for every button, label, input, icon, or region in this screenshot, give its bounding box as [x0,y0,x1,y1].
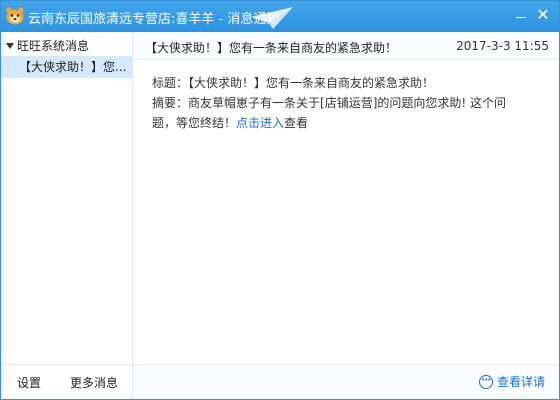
message-body: 标题：【大侠求助！】您有一条来自商友的紧急求助！ 摘要：商友草帽崽子有一条关于[… [152,73,532,133]
more-messages-button[interactable]: 更多消息 [70,374,118,391]
summary-text-continued: 题，等您终结！ [152,116,237,130]
tree-group-system-messages[interactable]: 旺旺系统消息 [1,36,132,56]
title-label: 标题： [152,76,189,90]
message-header: 【大侠求助！】您有一条来自商友的紧急求助！ 2017-3-3 11:55 [133,32,559,60]
settings-button[interactable]: 设置 [17,374,41,391]
minimize-button[interactable] [511,6,531,24]
message-panel: 【大侠求助！】您有一条来自商友的紧急求助！ 2017-3-3 11:55 标题：… [133,32,559,399]
window-title: 云南东辰国旅清远专营店:喜羊羊 - 消息通知 [28,12,280,27]
title-row: 标题：【大侠求助！】您有一条来自商友的紧急求助！ [152,73,532,93]
view-details-button[interactable]: 查看详请 [478,371,545,391]
sidebar-item-message[interactable]: 【大侠求助！】您... [1,56,132,78]
wangwang-app-icon [6,7,24,25]
tree-group-label: 旺旺系统消息 [17,39,90,53]
sidebar-footer: 设置 更多消息 [1,364,132,399]
summary-text: 商友草帽崽子有一条关于[店铺运营]的问题向您求助! 这个问 [188,96,507,110]
expand-arrow-icon[interactable] [6,43,14,49]
enter-link[interactable]: 点击进入 [236,116,284,130]
summary-suffix: 查看 [284,116,309,130]
summary-row-continued: 题，等您终结！点击进入查看 [152,113,532,133]
message-subject: 【大侠求助！】您有一条来自商友的紧急求助！ [145,41,398,55]
message-footer: 查看详请 [133,364,559,399]
notification-window: 云南东辰国旅清远专营店:喜羊羊 - 消息通知 ✕ 旺旺系统消息 【大侠求助！】您… [0,0,560,400]
view-details-label: 查看详请 [496,375,545,389]
close-button[interactable]: ✕ [533,6,553,24]
title-value: 【大侠求助！】您有一条来自商友的紧急求助！ [188,76,435,90]
summary-row: 摘要：商友草帽崽子有一条关于[店铺运营]的问题向您求助! 这个问 [152,93,532,113]
message-date: 2017-3-3 11:55 [456,39,549,53]
more-dots-icon [478,371,493,389]
sidebar-item-label: 【大侠求助！】您... [19,60,127,74]
paper-plane-icon [251,7,293,29]
sidebar: 旺旺系统消息 【大侠求助！】您... 设置 更多消息 [1,32,133,399]
title-bar[interactable]: 云南东辰国旅清远专营店:喜羊羊 - 消息通知 ✕ [1,1,559,32]
summary-label: 摘要： [152,96,189,110]
